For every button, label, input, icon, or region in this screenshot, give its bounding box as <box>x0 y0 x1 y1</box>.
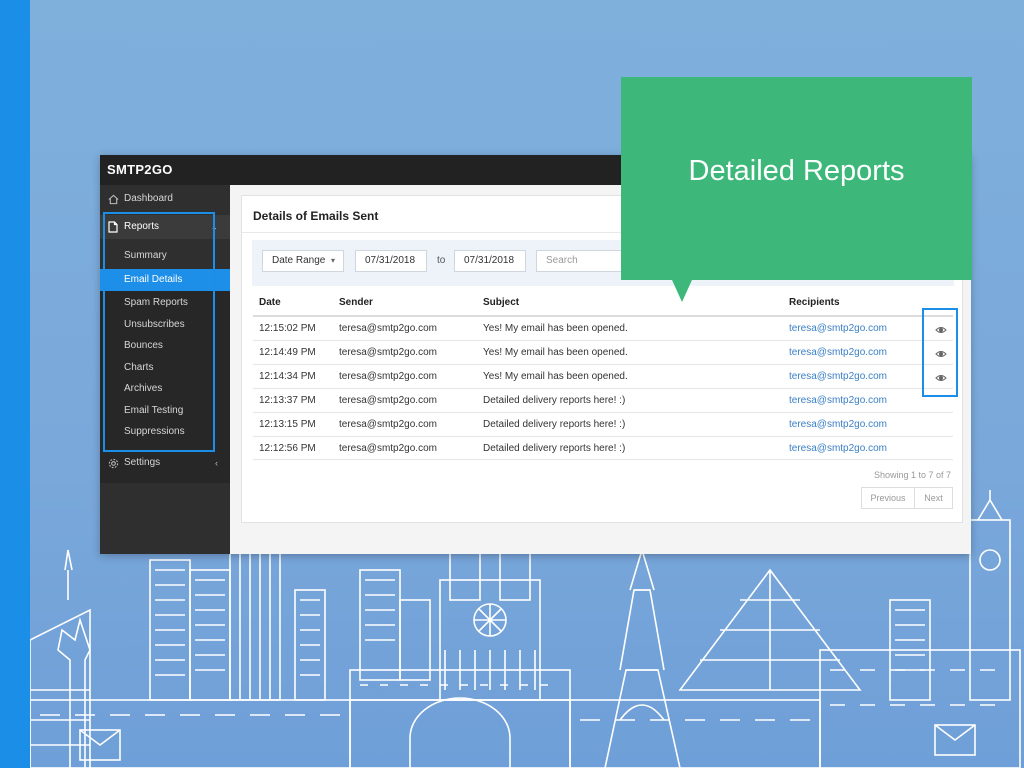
column-header-subject[interactable]: Subject <box>483 297 519 308</box>
row-sender: teresa@smtp2go.com <box>339 347 437 358</box>
row-date: 12:13:37 PM <box>259 395 316 406</box>
from-date-input[interactable]: 07/31/2018 <box>355 250 427 272</box>
row-subject: Detailed delivery reports here! :) <box>483 395 626 406</box>
sidebar-item-dashboard[interactable]: Dashboard <box>100 187 230 211</box>
sidebar-item-settings[interactable]: Settings ‹ <box>100 451 230 475</box>
column-header-recipients[interactable]: Recipients <box>789 297 840 308</box>
search-placeholder: Search <box>546 255 578 266</box>
row-recipient-link[interactable]: teresa@smtp2go.com <box>789 389 887 413</box>
page-title: Details of Emails Sent <box>253 209 379 223</box>
callout-text: Detailed Reports <box>688 155 905 187</box>
table-row[interactable]: 12:12:56 PM teresa@smtp2go.com Detailed … <box>253 436 953 460</box>
row-date: 12:13:15 PM <box>259 419 316 430</box>
to-date-input[interactable]: 07/31/2018 <box>454 250 526 272</box>
date-range-dropdown[interactable]: Date Range ▾ <box>262 250 344 272</box>
table-row[interactable]: 12:13:37 PM teresa@smtp2go.com Detailed … <box>253 388 953 412</box>
row-recipient-link[interactable]: teresa@smtp2go.com <box>789 341 887 365</box>
row-recipient-link[interactable]: teresa@smtp2go.com <box>789 317 887 341</box>
row-sender: teresa@smtp2go.com <box>339 419 437 430</box>
row-subject: Detailed delivery reports here! :) <box>483 419 626 430</box>
sidebar: Dashboard Reports ⌄ Summary Email Detail… <box>100 185 230 554</box>
row-subject: Detailed delivery reports here! :) <box>483 443 626 454</box>
previous-button[interactable]: Previous <box>861 487 915 509</box>
sidebar-item-label: Dashboard <box>124 193 173 204</box>
row-sender: teresa@smtp2go.com <box>339 371 437 382</box>
left-accent-bar <box>0 0 30 768</box>
row-recipient-link[interactable]: teresa@smtp2go.com <box>789 365 887 389</box>
column-header-sender[interactable]: Sender <box>339 297 373 308</box>
detailed-reports-callout: Detailed Reports <box>621 77 972 280</box>
smtp2go-logo[interactable]: SMTP2GO <box>107 162 173 177</box>
pagination-summary: Showing 1 to 7 of 7 <box>873 470 951 480</box>
home-icon <box>107 187 119 211</box>
column-header-date[interactable]: Date <box>259 297 281 308</box>
sidebar-item-label: Settings <box>124 457 161 468</box>
date-range-label: Date Range <box>272 255 326 266</box>
row-subject: Yes! My email has been opened. <box>483 323 628 334</box>
callout-pointer <box>672 280 692 302</box>
row-subject: Yes! My email has been opened. <box>483 371 628 382</box>
to-date-value: 07/31/2018 <box>464 255 515 266</box>
row-sender: teresa@smtp2go.com <box>339 395 437 406</box>
row-sender: teresa@smtp2go.com <box>339 443 437 454</box>
table-row[interactable]: 12:14:49 PM teresa@smtp2go.com Yes! My e… <box>253 340 953 364</box>
row-subject: Yes! My email has been opened. <box>483 347 628 358</box>
gear-icon <box>107 451 119 475</box>
chevron-left-icon: ‹ <box>215 458 218 468</box>
table-row[interactable]: 12:15:02 PM teresa@smtp2go.com Yes! My e… <box>253 315 953 339</box>
to-label: to <box>437 255 446 266</box>
row-recipient-link[interactable]: teresa@smtp2go.com <box>789 413 887 437</box>
from-date-value: 07/31/2018 <box>365 255 416 266</box>
table-row[interactable]: 12:13:15 PM teresa@smtp2go.com Detailed … <box>253 412 953 436</box>
row-date: 12:12:56 PM <box>259 443 316 454</box>
caret-down-icon: ▾ <box>330 256 335 265</box>
row-date: 12:15:02 PM <box>259 323 316 334</box>
row-recipient-link[interactable]: teresa@smtp2go.com <box>789 437 887 461</box>
reports-highlight-box <box>103 212 215 452</box>
row-date: 12:14:34 PM <box>259 371 316 382</box>
table-row[interactable]: 12:14:34 PM teresa@smtp2go.com Yes! My e… <box>253 364 953 388</box>
view-icons-highlight-box <box>922 308 958 397</box>
next-button[interactable]: Next <box>915 487 953 509</box>
row-date: 12:14:49 PM <box>259 347 316 358</box>
row-sender: teresa@smtp2go.com <box>339 323 437 334</box>
